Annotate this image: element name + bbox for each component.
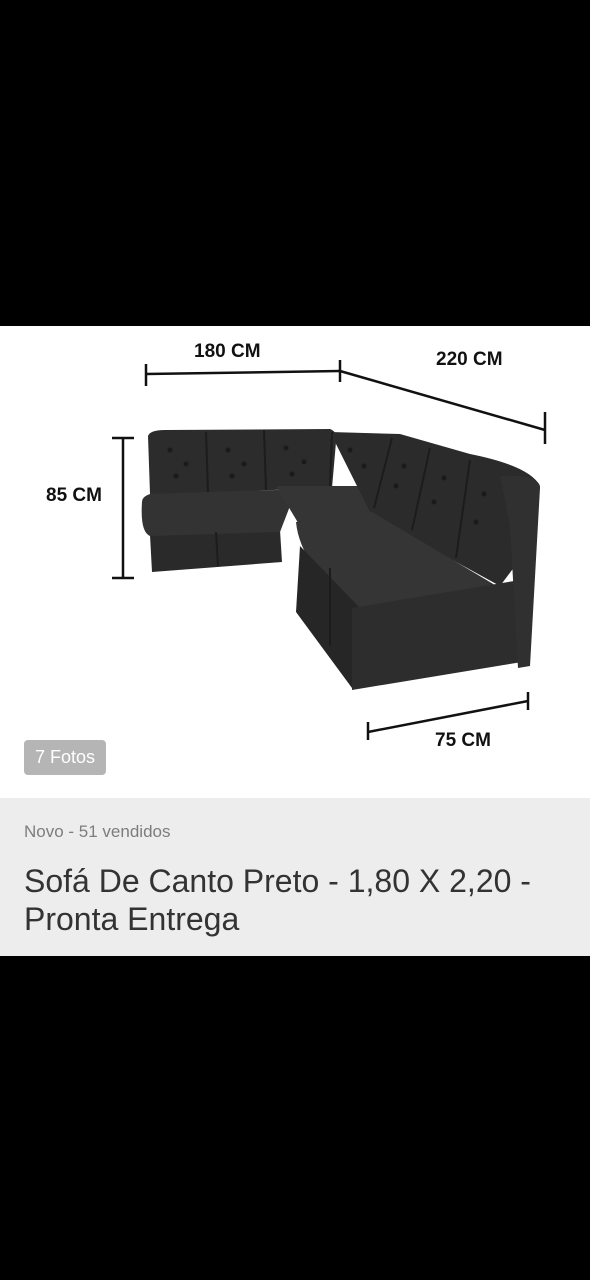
- dimension-width-side: 220 CM: [436, 349, 503, 370]
- dimension-depth: 75 CM: [435, 730, 491, 751]
- product-title: Sofá De Canto Preto - 1,80 X 2,20 - Pron…: [24, 863, 531, 937]
- product-image-gallery[interactable]: 180 CM 220 CM 85 CM 75 CM 7 Fotos: [0, 326, 590, 798]
- dimension-width-front: 180 CM: [194, 341, 261, 362]
- sofa-icon: [112, 360, 547, 740]
- condition-sales-text: Novo - 51 vendidos: [24, 822, 171, 841]
- top-black-area: [0, 0, 590, 326]
- bottom-black-area: [0, 956, 590, 1280]
- product-info-panel: Novo - 51 vendidos Sofá De Canto Preto -…: [0, 798, 590, 956]
- dimension-height: 85 CM: [46, 485, 102, 506]
- sofa-illustration: [141, 429, 540, 690]
- photo-counter-badge[interactable]: 7 Fotos: [24, 740, 107, 775]
